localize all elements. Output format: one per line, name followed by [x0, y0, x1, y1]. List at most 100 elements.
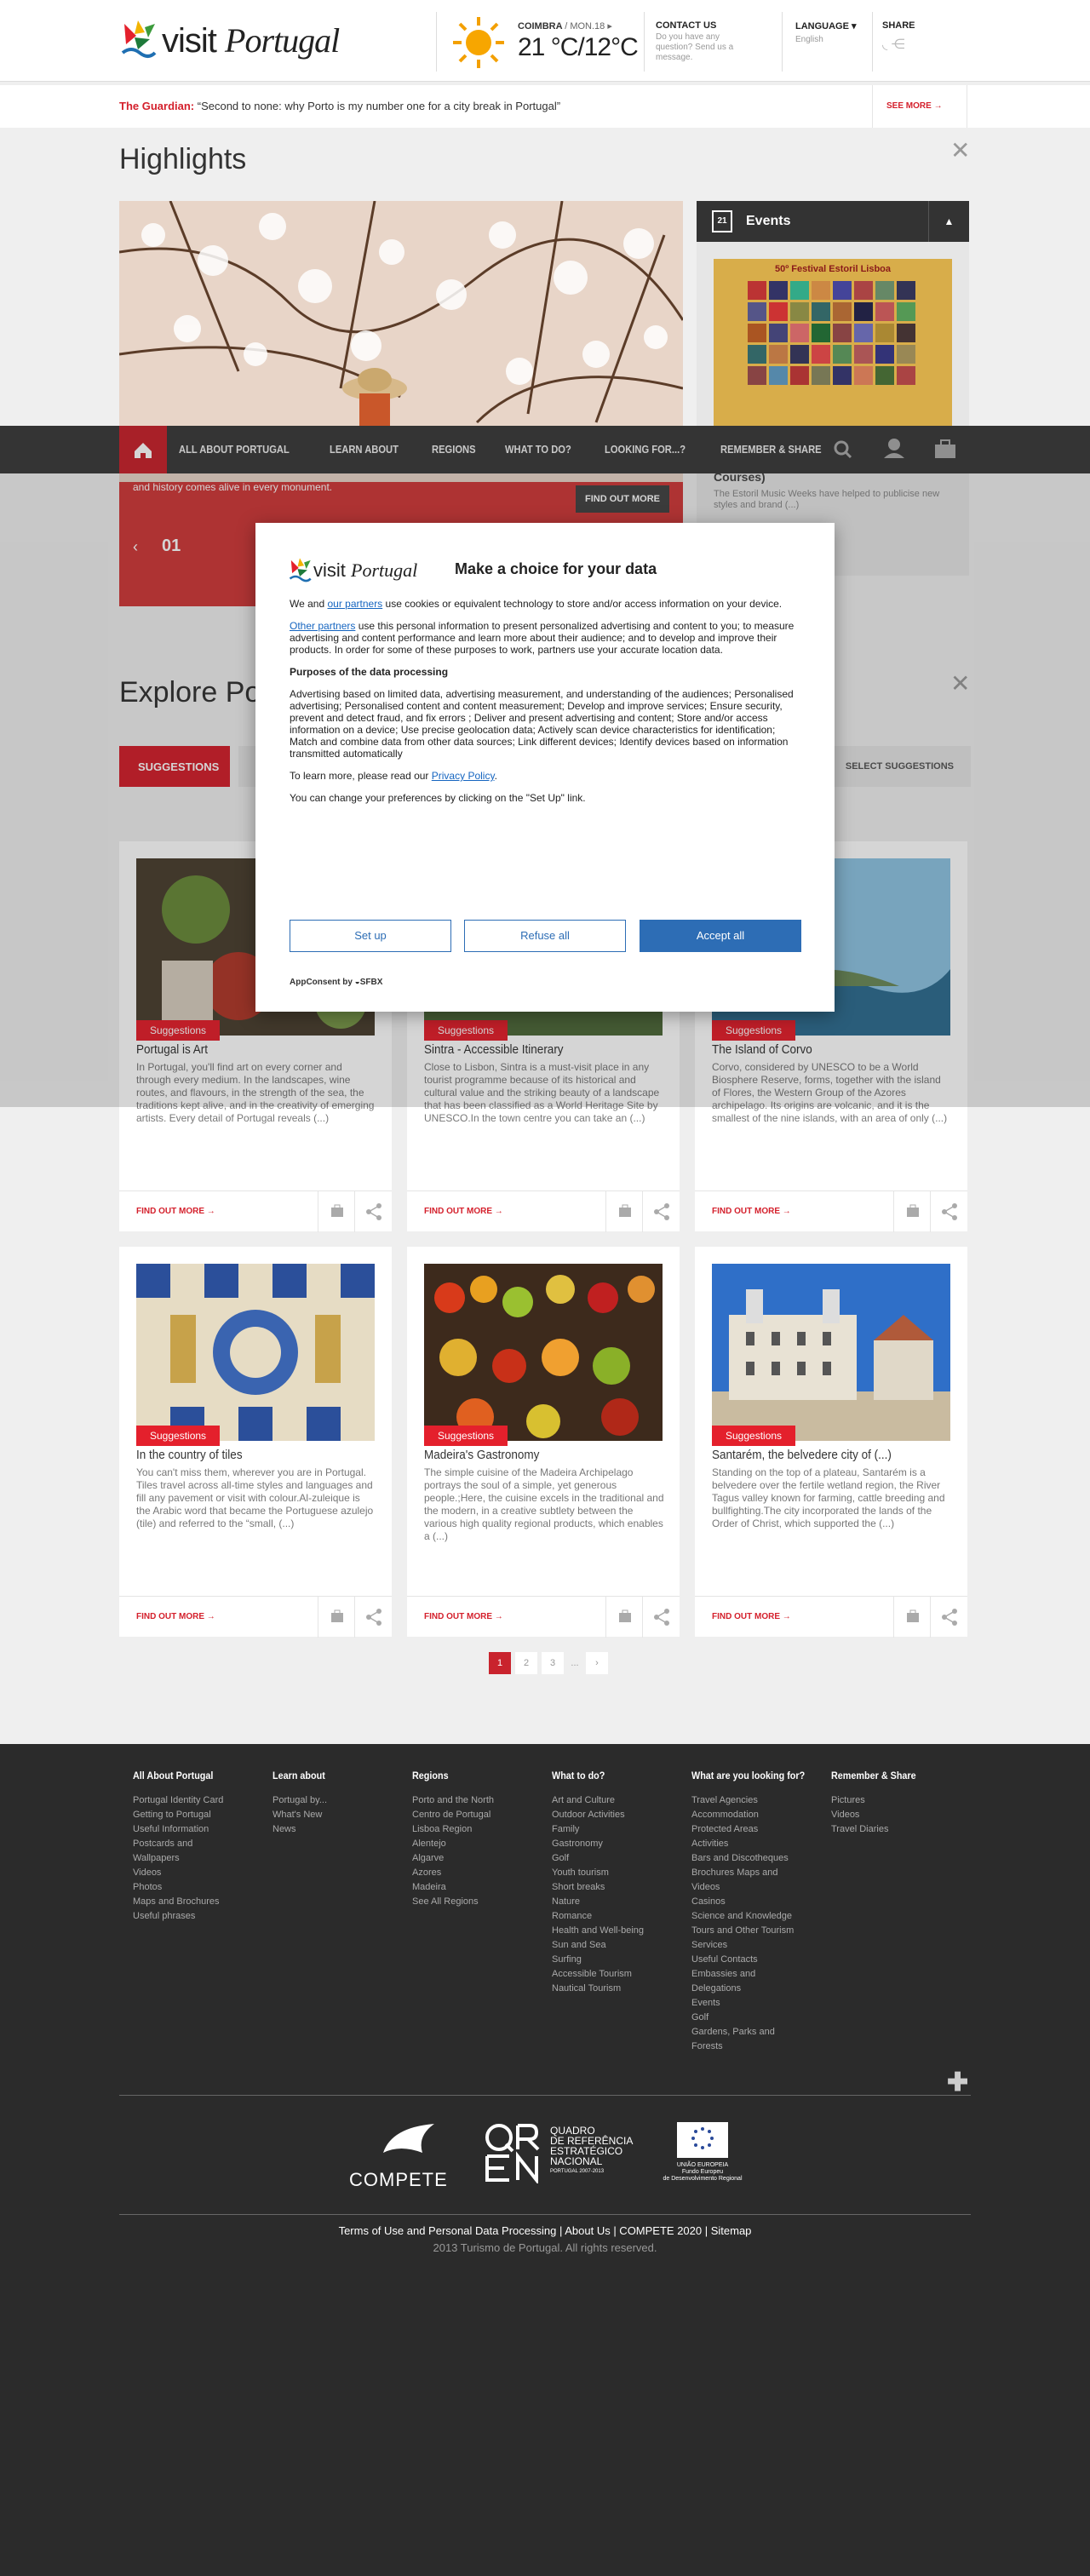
close-highlights-icon[interactable]: ✕	[950, 136, 970, 164]
visit-portugal-logo[interactable]: visit Portugal	[119, 19, 340, 61]
add-to-briefcase-icon[interactable]	[605, 1191, 643, 1232]
footer-link[interactable]: Romance	[552, 1909, 688, 1924]
footer-link[interactable]: Videos	[133, 1866, 269, 1880]
setup-button[interactable]: Set up	[290, 920, 451, 952]
footer-link[interactable]: Gastronomy	[552, 1837, 688, 1851]
refuse-all-button[interactable]: Refuse all	[464, 920, 626, 952]
footer-link[interactable]: Porto and the North	[412, 1793, 548, 1808]
compete-logo[interactable]: COMPETE	[349, 2119, 451, 2190]
footer-link[interactable]: Portugal Identity Card	[133, 1793, 269, 1808]
footer-link[interactable]: Embassies and Delegations	[691, 1967, 777, 1996]
share-icon[interactable]	[642, 1597, 680, 1638]
footer-link[interactable]: Tours and Other Tourism Services	[691, 1924, 807, 1953]
footer-link[interactable]: Youth tourism	[552, 1866, 688, 1880]
footer-link[interactable]: Sun and Sea	[552, 1938, 688, 1953]
events-header[interactable]: 21 Events ▲	[697, 201, 969, 242]
footer-link[interactable]: Photos	[133, 1880, 269, 1895]
news-headline[interactable]: “Second to none: why Porto is my number …	[194, 100, 560, 112]
footer-link[interactable]: Nautical Tourism	[552, 1982, 688, 1996]
card-image[interactable]	[136, 1264, 375, 1441]
add-to-briefcase-icon[interactable]	[893, 1191, 931, 1232]
card-santarem[interactable]: Suggestions Santarém, the belvedere city…	[695, 1247, 967, 1638]
footer-link[interactable]: Accommodation	[691, 1808, 811, 1822]
footer-link[interactable]: News	[272, 1822, 409, 1837]
card-country-of-tiles[interactable]: Suggestions In the country of tiles You …	[119, 1247, 392, 1638]
find-out-more-link[interactable]: FIND OUT MORE →	[424, 1612, 503, 1621]
footer-link[interactable]: Accessible Tourism	[552, 1967, 688, 1982]
eu-logo[interactable]: UNIÃO EUROPEIA Fundo Europeu de Desenvolvi…	[656, 2122, 749, 2183]
footer-link[interactable]: Health and Well-being	[552, 1924, 688, 1938]
contact-us[interactable]: CONTACT US Do you have any question? Sen…	[656, 20, 758, 63]
footer-link[interactable]: Getting to Portugal	[133, 1808, 269, 1822]
card-image[interactable]	[712, 1264, 950, 1441]
share-icon[interactable]	[930, 1597, 967, 1638]
footer-link[interactable]: Useful phrases	[133, 1909, 269, 1924]
language-selector[interactable]: LANGUAGE ▾ English	[795, 20, 857, 44]
event-poster[interactable]: 50º Festival Estoril Lisboa	[714, 259, 952, 429]
share-icon[interactable]	[642, 1191, 680, 1232]
footer-link[interactable]: See All Regions	[412, 1895, 548, 1909]
weather-widget[interactable]: COIMBRA / MON.18 ▸ 21 °C/12°C	[518, 20, 639, 62]
card-title[interactable]: In the country of tiles	[136, 1448, 243, 1462]
our-partners-link[interactable]: our partners	[327, 598, 382, 610]
find-out-more-link[interactable]: FIND OUT MORE →	[712, 1207, 791, 1216]
footer-legal-links[interactable]: Terms of Use and Personal Data Processin…	[0, 2224, 1090, 2237]
footer-link[interactable]: Alentejo	[412, 1837, 548, 1851]
footer-link[interactable]: Short breaks	[552, 1880, 688, 1895]
expand-plus-icon[interactable]: ✚	[947, 2068, 968, 2097]
other-partners-link[interactable]: Other partners	[290, 620, 355, 632]
footer-link[interactable]: Gardens, Parks and Forests	[691, 2025, 794, 2054]
footer-link[interactable]: Pictures	[831, 1793, 967, 1808]
footer-link[interactable]: Travel Agencies	[691, 1793, 811, 1808]
footer-link[interactable]: Outdoor Activities	[552, 1808, 688, 1822]
add-to-briefcase-icon[interactable]	[318, 1191, 355, 1232]
footer-link[interactable]: Golf	[552, 1851, 688, 1866]
card-title[interactable]: Madeira's Gastronomy	[424, 1448, 539, 1462]
qren-logo[interactable]: QUADRO DE REFERÊNCIA ESTRATÉGICO NACIONAL PO…	[484, 2122, 633, 2183]
footer-link[interactable]: Nature	[552, 1895, 688, 1909]
footer-link[interactable]: Science and Knowledge	[691, 1909, 811, 1924]
footer-link[interactable]: Postcards and Wallpapers	[133, 1837, 227, 1866]
footer-link[interactable]: Protected Areas	[691, 1822, 811, 1837]
footer-link[interactable]: Travel Diaries	[831, 1822, 967, 1837]
accept-all-button[interactable]: Accept all	[640, 920, 801, 952]
see-more-button[interactable]: SEE MORE →	[872, 85, 967, 128]
footer-link[interactable]: Azores	[412, 1866, 548, 1880]
footer-link[interactable]: Golf	[691, 2011, 811, 2025]
next-page-button[interactable]: ›	[586, 1652, 608, 1674]
find-out-more-link[interactable]: FIND OUT MORE →	[712, 1612, 791, 1621]
footer-link[interactable]: Portugal by...	[272, 1793, 409, 1808]
footer-link[interactable]: Surfing	[552, 1953, 688, 1967]
footer-link[interactable]: Lisboa Region	[412, 1822, 548, 1837]
share-menu[interactable]: SHARE ◟ ⋲	[882, 20, 915, 53]
footer-link[interactable]: Art and Culture	[552, 1793, 688, 1808]
footer-link[interactable]: Videos	[831, 1808, 967, 1822]
rss-icon[interactable]: ◟	[882, 37, 887, 52]
footer-link[interactable]: Family	[552, 1822, 688, 1837]
add-to-briefcase-icon[interactable]	[605, 1597, 643, 1638]
add-to-briefcase-icon[interactable]	[318, 1597, 355, 1638]
find-out-more-link[interactable]: FIND OUT MORE →	[136, 1207, 215, 1216]
footer-link[interactable]: What's New	[272, 1808, 409, 1822]
card-title[interactable]: Santarém, the belvedere city of (...)	[712, 1448, 892, 1462]
footer-link[interactable]: Events	[691, 1996, 811, 2011]
footer-link[interactable]: Maps and Brochures	[133, 1895, 269, 1909]
share-icon[interactable]	[354, 1191, 392, 1232]
share-icon[interactable]	[354, 1597, 392, 1638]
privacy-policy-link[interactable]: Privacy Policy	[432, 770, 495, 782]
share-icon[interactable]	[930, 1191, 967, 1232]
collapse-up-icon[interactable]: ▲	[928, 201, 969, 242]
footer-link[interactable]: Useful Information	[133, 1822, 269, 1837]
page-2-button[interactable]: 2	[515, 1652, 537, 1674]
page-3-button[interactable]: 3	[542, 1652, 564, 1674]
find-out-more-link[interactable]: FIND OUT MORE →	[424, 1207, 503, 1216]
card-image[interactable]	[424, 1264, 663, 1441]
add-to-briefcase-icon[interactable]	[893, 1597, 931, 1638]
footer-link[interactable]: Madeira	[412, 1880, 548, 1895]
card-madeira-gastronomy[interactable]: Suggestions Madeira's Gastronomy The sim…	[407, 1247, 680, 1638]
share-icon[interactable]: ⋲	[892, 37, 905, 52]
footer-link[interactable]: Brochures Maps and Videos	[691, 1866, 794, 1895]
footer-link[interactable]: Algarve	[412, 1851, 548, 1866]
page-1-button[interactable]: 1	[489, 1652, 511, 1674]
footer-link[interactable]: Useful Contacts	[691, 1953, 811, 1967]
